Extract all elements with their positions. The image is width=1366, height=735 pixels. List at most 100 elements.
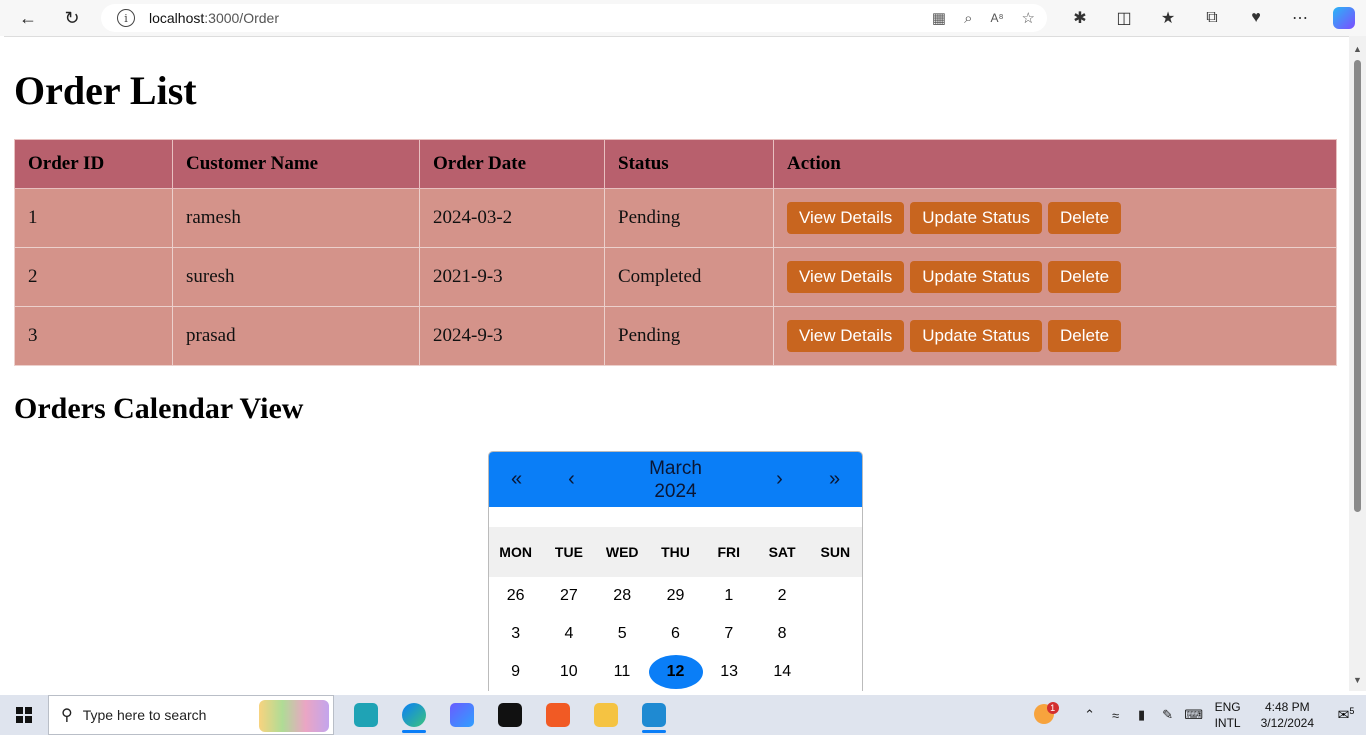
next-month-button[interactable]: › [752, 468, 807, 491]
day-number: 29 [666, 587, 685, 604]
copilot-icon[interactable] [1322, 0, 1366, 36]
calendar-day-selected[interactable]: 12 [648, 655, 703, 689]
weekday-label: SAT [768, 544, 796, 560]
calendar-day[interactable]: 7 [702, 625, 755, 643]
calendar-day[interactable]: 4 [542, 625, 595, 643]
delete-button[interactable]: Delete [1047, 202, 1122, 234]
favorites-icon[interactable]: ★ [1146, 0, 1190, 36]
favorite-star-icon[interactable]: ☆ [1022, 9, 1035, 27]
order-status: Pending [604, 306, 774, 366]
update-status-button[interactable]: Update Status [910, 261, 1042, 293]
back-arrow-icon[interactable]: ← [8, 0, 48, 36]
view-details-button[interactable]: View Details [787, 320, 905, 352]
notifications-icon[interactable]: ✉5 [1326, 706, 1366, 724]
calendar-day[interactable]: 8 [755, 625, 808, 643]
refresh-icon[interactable]: ↻ [52, 0, 92, 36]
calendar-day[interactable]: 5 [596, 625, 649, 643]
windows-taskbar: ⚲ Type here to search 1 ⌃ ≈ ▮ ✎ ⌨ ENG IN… [0, 695, 1366, 735]
day-number: 27 [560, 587, 578, 604]
start-button[interactable] [0, 695, 48, 735]
day-number: 14 [773, 663, 792, 680]
weekday-label: WED [605, 544, 639, 560]
update-status-button[interactable]: Update Status [910, 202, 1042, 234]
delete-button[interactable]: Delete [1047, 261, 1122, 293]
show-hidden-icons-chevron-icon[interactable]: ⌃ [1077, 707, 1103, 723]
calendar-day[interactable]: 10 [542, 663, 595, 681]
calendar-navigation: « ‹ March 2024 › » [489, 452, 862, 507]
action-cell: View Details Update Status Delete [773, 188, 1337, 248]
file-explorer-icon[interactable] [582, 695, 630, 735]
action-cell: View Details Update Status Delete [773, 306, 1337, 366]
next-year-button[interactable]: » [807, 468, 862, 491]
calendar-day[interactable]: 27 [542, 587, 595, 605]
view-details-button[interactable]: View Details [787, 202, 905, 234]
day-number: 1 [724, 587, 734, 604]
windows-logo-icon [16, 707, 32, 723]
app-hex-icon[interactable] [438, 695, 486, 735]
day-number: 6 [671, 625, 680, 642]
input-language[interactable]: ENG INTL [1215, 699, 1241, 731]
widget-badge: 1 [1046, 701, 1059, 714]
calendar-day[interactable]: 26 [489, 587, 542, 605]
calendar-day[interactable]: 29 [649, 587, 702, 605]
taskbar-search[interactable]: ⚲ Type here to search [48, 695, 334, 735]
zoom-icon[interactable]: ⌕ [964, 10, 972, 27]
meet-app-icon[interactable] [342, 695, 390, 735]
hackerrank-icon[interactable] [486, 695, 534, 735]
edge-browser-icon[interactable] [390, 695, 438, 735]
calendar-day[interactable]: 28 [596, 587, 649, 605]
calendar-day[interactable]: 9 [489, 663, 542, 681]
page-viewport: Order List Order ID Customer Name Order … [4, 36, 1349, 691]
wifi-icon[interactable]: ≈ [1103, 708, 1129, 723]
keyboard-icon[interactable]: ⌨ [1181, 707, 1207, 723]
collections-icon[interactable]: ⧉ [1190, 0, 1234, 36]
prev-year-button[interactable]: « [489, 468, 544, 491]
scroll-up-arrow-icon[interactable]: ▲ [1353, 44, 1362, 54]
weekday-label: FRI [717, 544, 741, 560]
lang-code: ENG [1214, 700, 1241, 714]
calendar-day[interactable]: 2 [755, 587, 808, 605]
split-screen-icon[interactable]: ◫ [1102, 0, 1146, 36]
calendar-day[interactable]: 14 [756, 663, 809, 681]
calendar-day[interactable]: 3 [489, 625, 542, 643]
calendar-day[interactable]: 13 [703, 663, 756, 681]
page-scrollbar[interactable]: ▲ ▼ [1349, 36, 1366, 691]
orders-table: Order ID Customer Name Order Date Status… [14, 139, 1337, 366]
weather-widget-icon[interactable]: 1 [1027, 701, 1061, 727]
delete-button[interactable]: Delete [1047, 320, 1122, 352]
pen-icon[interactable]: ✎ [1155, 707, 1181, 723]
search-icon: ⚲ [61, 707, 73, 724]
system-clock[interactable]: 4:48 PM 3/12/2024 [1261, 699, 1314, 731]
extensions-icon[interactable]: ✱ [1058, 0, 1102, 36]
view-details-button[interactable]: View Details [787, 261, 905, 293]
calendar-week-row: 3 4 5 6 7 8 [489, 615, 862, 653]
order-id: 1 [14, 188, 173, 248]
browser-essentials-icon[interactable]: ♥ [1234, 0, 1278, 36]
read-aloud-icon[interactable]: A⁸ [990, 11, 1003, 25]
calendar-week-row: 9 10 11 12 13 14 [489, 653, 862, 691]
scroll-down-arrow-icon[interactable]: ▼ [1353, 675, 1362, 685]
day-number: 8 [777, 625, 787, 642]
prev-month-button[interactable]: ‹ [544, 468, 599, 491]
calendar-day[interactable]: 11 [595, 663, 648, 681]
address-url[interactable]: localhost:3000/Order [149, 10, 279, 26]
lang-layout: INTL [1214, 716, 1241, 730]
battery-icon[interactable]: ▮ [1129, 707, 1155, 723]
weekday-label: SUN [820, 544, 851, 560]
day-number: 5 [617, 625, 627, 642]
brave-browser-icon[interactable] [534, 695, 582, 735]
calendar-month-label[interactable]: March 2024 [599, 457, 752, 503]
app-available-icon[interactable]: ▦ [932, 9, 946, 27]
calendar-day[interactable]: 1 [702, 587, 755, 605]
vscode-icon[interactable] [630, 695, 678, 735]
table-row: 3 prasad 2024-9-3 Pending View Details Up… [14, 306, 1337, 366]
address-bar[interactable]: i localhost:3000/Order ▦ ⌕ A⁸ ☆ [101, 4, 1047, 32]
update-status-button[interactable]: Update Status [910, 320, 1042, 352]
system-tray: 1 ⌃ ≈ ▮ ✎ ⌨ ENG INTL 4:48 PM 3/12/2024 ✉… [1027, 695, 1366, 735]
search-placeholder: Type here to search [82, 707, 207, 723]
weekday-label: TUE [554, 544, 583, 560]
site-info-icon[interactable]: i [117, 9, 135, 27]
calendar-day[interactable]: 6 [649, 625, 702, 643]
more-menu-icon[interactable]: ⋯ [1278, 0, 1322, 36]
scroll-thumb[interactable] [1354, 60, 1361, 512]
